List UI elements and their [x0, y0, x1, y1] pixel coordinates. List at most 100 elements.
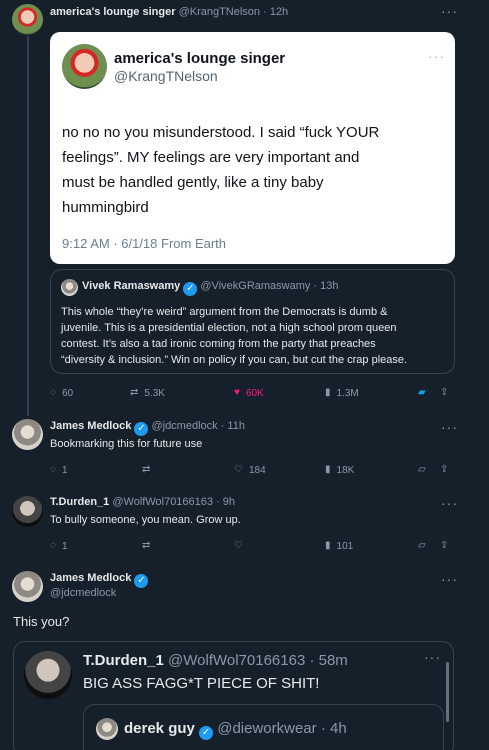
nested-quoted-tweet[interactable]: T.Durden_1 @WolfWol70166163 · 58m ··· BI…	[13, 641, 454, 750]
more-icon[interactable]: ···	[441, 3, 458, 19]
share-icon: ⇪	[440, 540, 449, 551]
post-handle: @jdcmedlock	[50, 587, 117, 599]
author-name[interactable]: america's lounge singer	[50, 6, 176, 18]
like-button[interactable]: ♡	[234, 537, 243, 555]
scrollbar[interactable]	[446, 662, 449, 722]
repost-icon: ⇄	[142, 464, 151, 475]
reply-actions: ◌ 1 ⇄ ♡ ▮ 101 ▱ ⇪	[50, 537, 471, 555]
views-icon: ▮	[325, 540, 331, 551]
avatar	[62, 44, 107, 89]
quoted-name[interactable]: Vivek Ramaswamy	[82, 280, 180, 292]
views-button[interactable]: ▮ 18K	[325, 461, 354, 479]
reply-icon: ◌	[50, 464, 56, 475]
like-button[interactable]: ♥ 60K	[234, 384, 264, 402]
repost-count: 5.3K	[144, 387, 165, 399]
avatar	[61, 279, 78, 296]
more-icon[interactable]: ···	[424, 649, 441, 665]
reply-button[interactable]: ◌ 1	[50, 461, 68, 479]
author-meta: @KrangTNelson · 12h	[178, 6, 289, 18]
post-header: James Medlock ✓	[50, 572, 149, 588]
repost-button[interactable]: ⇄	[142, 537, 150, 555]
share-icon: ⇪	[440, 387, 449, 398]
views-button[interactable]: ▮ 1.3M	[325, 384, 359, 402]
screenshot-line: must be handled gently, like a tiny baby	[62, 174, 324, 191]
reply-count: 1	[61, 540, 68, 552]
like-count: 184	[248, 464, 266, 476]
reply-icon: ◌	[50, 387, 56, 398]
more-icon[interactable]: ···	[441, 571, 458, 587]
more-icon: ···	[428, 48, 445, 64]
repost-icon: ⇄	[130, 387, 139, 398]
screenshot-text: no no no you misunderstood. I said “fuck…	[62, 120, 452, 220]
avatar[interactable]	[12, 4, 43, 35]
quoted-line: This whole “they’re weird” argument from…	[61, 306, 388, 318]
heart-icon: ♡	[234, 540, 243, 551]
reply-button[interactable]: ◌ 60	[50, 384, 73, 402]
inner-quoted-tweet[interactable]: derek guy ✓ @dieworkwear · 4h	[83, 704, 444, 750]
views-count: 101	[336, 540, 354, 552]
share-button[interactable]: ⇪	[440, 461, 448, 479]
verified-badge-icon: ✓	[134, 574, 149, 588]
avatar[interactable]	[12, 571, 43, 602]
views-count: 1.3M	[336, 387, 359, 399]
repost-button[interactable]: ⇄	[142, 461, 150, 479]
verified-badge-icon: ✓	[134, 422, 149, 436]
avatar[interactable]	[12, 496, 43, 527]
nested-header: T.Durden_1 @WolfWol70166163 · 58m	[83, 652, 348, 669]
repost-icon: ⇄	[142, 540, 151, 551]
screenshot-line: no no no you misunderstood. I said “fuck…	[62, 124, 380, 141]
reply-author-name[interactable]: T.Durden_1	[50, 496, 109, 508]
screenshot-line: hummingbird	[62, 199, 149, 216]
post-text: This you?	[13, 614, 70, 629]
nested-name[interactable]: T.Durden_1	[83, 652, 164, 669]
views-icon: ▮	[325, 464, 331, 475]
screenshot-name: america's lounge singer	[114, 50, 286, 67]
screenshot-line: feelings”. MY feelings are very importan…	[62, 149, 360, 166]
bookmark-button[interactable]: ▰	[418, 384, 426, 402]
quoted-tweet[interactable]: Vivek Ramaswamy ✓ @VivekGRamaswamy · 13h…	[50, 269, 455, 374]
thread-line-top	[27, 36, 29, 416]
bookmark-button[interactable]: ▱	[418, 537, 426, 555]
repost-button[interactable]: ⇄ 5.3K	[130, 384, 165, 402]
heart-icon: ♡	[234, 464, 243, 475]
share-button[interactable]: ⇪	[440, 537, 448, 555]
share-button[interactable]: ⇪	[440, 384, 448, 402]
quoted-text: This whole “they’re weird” argument from…	[61, 304, 453, 368]
avatar	[24, 651, 72, 699]
quoted-line: juvenile. This is a presidential electio…	[61, 322, 397, 334]
reply-count: 60	[61, 387, 74, 399]
screenshot-handle: @KrangTNelson	[114, 68, 218, 84]
inner-name[interactable]: derek guy	[124, 720, 195, 737]
quoted-meta: @VivekGRamaswamy · 13h	[200, 280, 339, 292]
nested-text: BIG ASS FAGG*T PIECE OF SHIT!	[83, 675, 320, 692]
tweet-actions: ◌ 60 ⇄ 5.3K ♥ 60K ▮ 1.3M ▰ ⇪	[50, 384, 471, 402]
tweet-header: america's lounge singer @KrangTNelson · …	[50, 6, 288, 18]
bookmark-icon: ▱	[418, 540, 426, 551]
inner-meta: @dieworkwear · 4h	[217, 720, 347, 737]
like-count: 60K	[245, 387, 264, 399]
inner-header: derek guy ✓ @dieworkwear · 4h	[124, 720, 347, 740]
reply-text: Bookmarking this for future use	[50, 438, 203, 450]
reply-meta: @WolfWol70166163 · 9h	[112, 496, 236, 508]
more-icon[interactable]: ···	[441, 495, 458, 511]
bookmark-icon: ▱	[418, 464, 426, 475]
reply-author-name[interactable]: James Medlock	[50, 420, 131, 432]
verified-badge-icon: ✓	[199, 726, 214, 740]
reply-meta: @jdcmedlock · 11h	[151, 420, 245, 432]
views-count: 18K	[336, 464, 355, 476]
views-icon: ▮	[325, 387, 331, 398]
reply-button[interactable]: ◌ 1	[50, 537, 68, 555]
reply-count: 1	[61, 464, 68, 476]
views-button[interactable]: ▮ 101	[325, 537, 353, 555]
screenshot-timestamp: 9:12 AM · 6/1/18 From Earth	[62, 236, 227, 251]
more-icon[interactable]: ···	[441, 419, 458, 435]
reply-text: To bully someone, you mean. Grow up.	[50, 514, 241, 526]
nested-meta: @WolfWol70166163 · 58m	[168, 652, 348, 669]
quoted-header: Vivek Ramaswamy ✓ @VivekGRamaswamy · 13h	[82, 280, 339, 296]
like-button[interactable]: ♡ 184	[234, 461, 266, 479]
post-author-name[interactable]: James Medlock	[50, 572, 131, 584]
verified-badge-icon: ✓	[183, 282, 198, 296]
avatar[interactable]	[12, 419, 43, 450]
bookmark-button[interactable]: ▱	[418, 461, 426, 479]
quoted-line: “diversity & inclusion.” Win on policy i…	[61, 354, 408, 366]
